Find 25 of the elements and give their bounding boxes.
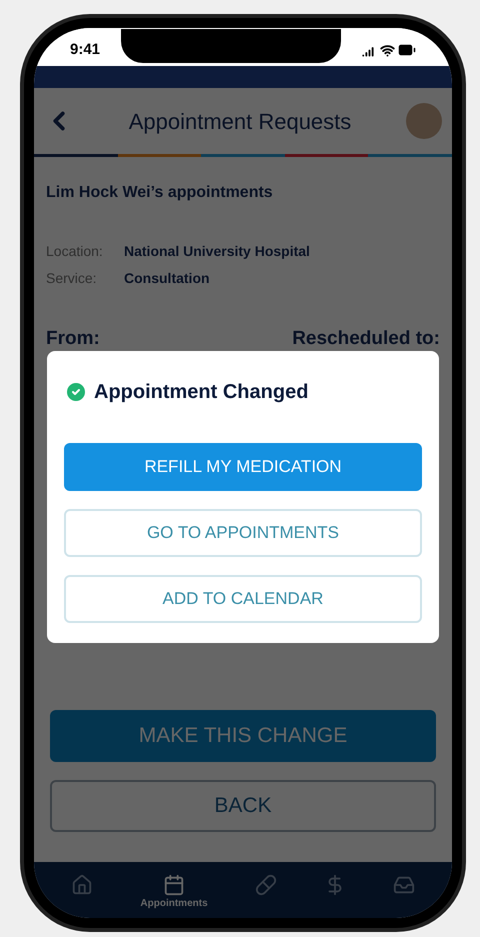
outline-button[interactable]: BACK (50, 780, 436, 832)
screen-title: Appointment Requests (128, 108, 352, 136)
status-time: 9:41 (70, 40, 100, 60)
rescheduled-label: Rescheduled to: (292, 327, 440, 351)
outline-button[interactable]: GO TO APPOINTMENTS (64, 509, 422, 557)
tab-item[interactable] (254, 874, 277, 896)
tab-item[interactable] (392, 874, 414, 896)
pill-icon (254, 874, 277, 896)
primary-button[interactable]: MAKE THIS CHANGE (50, 710, 436, 762)
patient-heading: Lim Hock Wei’s appointments (46, 183, 274, 203)
wifi-icon (380, 42, 395, 58)
dialog-title: Appointment Changed (94, 380, 308, 405)
primary-button[interactable]: REFILL MY MEDICATION (64, 443, 422, 491)
detail-value: Consultation (124, 269, 210, 288)
outline-button[interactable]: ADD TO CALENDAR (64, 575, 422, 623)
detail-value: National University Hospital (124, 242, 310, 261)
inbox-icon (392, 874, 414, 896)
avatar[interactable] (406, 103, 442, 139)
from-label: From: (46, 327, 100, 351)
tab-item[interactable] (71, 874, 94, 896)
tab-label: Appointments (140, 897, 208, 911)
check-icon (64, 380, 88, 404)
tab-item[interactable]: Appointments (140, 874, 208, 911)
home-icon (71, 874, 94, 896)
calendar-icon (163, 874, 186, 896)
